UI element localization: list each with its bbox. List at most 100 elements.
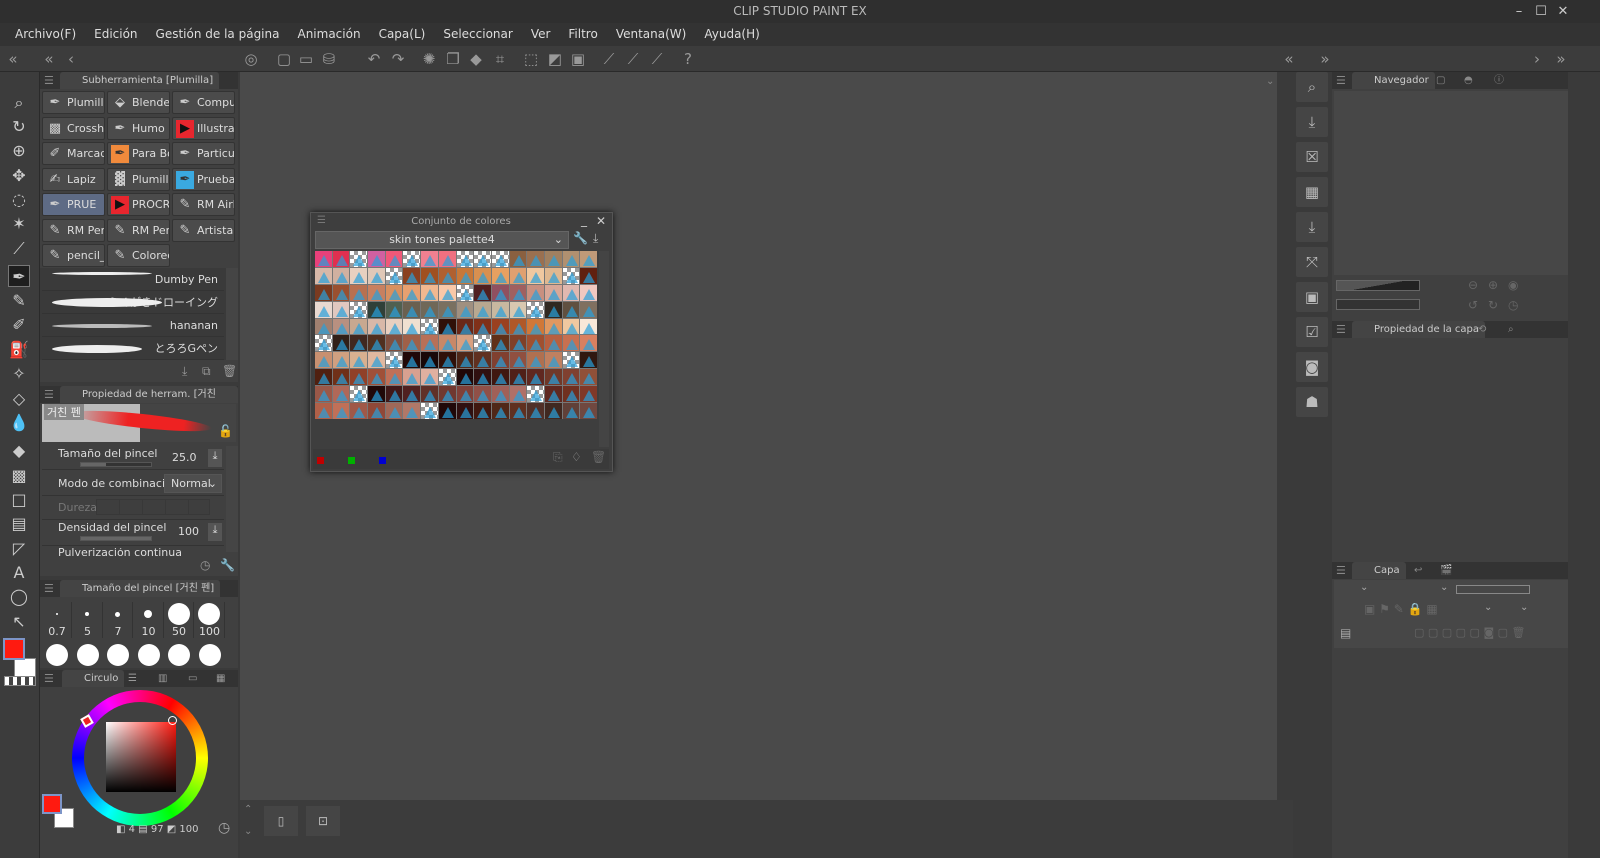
collapse-right-icon[interactable]: « bbox=[1280, 50, 1298, 68]
color-swatch[interactable] bbox=[527, 386, 544, 403]
color-swatch[interactable] bbox=[332, 301, 350, 318]
color-swatch[interactable] bbox=[474, 352, 491, 369]
color-swatch[interactable] bbox=[385, 284, 403, 301]
import-icon[interactable]: ⤓ bbox=[593, 231, 598, 246]
layer-list-icon[interactable]: ▤ bbox=[1340, 626, 1351, 640]
color-swatch[interactable] bbox=[368, 284, 385, 301]
expand-right-icon[interactable]: » bbox=[1552, 50, 1570, 68]
fill-icon[interactable]: ◆ bbox=[467, 50, 485, 68]
eyedropper-icon[interactable]: ⟋ bbox=[8, 238, 30, 260]
main-color-swatch[interactable] bbox=[3, 638, 25, 660]
deselect-icon[interactable]: ⬚ bbox=[522, 50, 540, 68]
brush-size-preset[interactable]: 10 bbox=[134, 602, 164, 638]
brush-list-scrollbar[interactable] bbox=[226, 268, 238, 360]
expand-right-icon[interactable]: » bbox=[1316, 50, 1334, 68]
hardness-selector[interactable] bbox=[96, 499, 210, 515]
subtool-item[interactable]: ✎ RM Per bbox=[107, 218, 170, 242]
color-swatch[interactable] bbox=[421, 386, 438, 403]
color-swatch[interactable] bbox=[438, 251, 456, 267]
blend-tool-icon[interactable]: 💧 bbox=[8, 412, 30, 434]
color-swatch[interactable] bbox=[368, 369, 385, 386]
color-swatch[interactable] bbox=[350, 369, 368, 386]
grid-snap-icon[interactable]: ⟋ bbox=[648, 50, 666, 68]
search-icon[interactable]: ⌕ bbox=[1296, 72, 1328, 102]
brush-size-preset[interactable]: 5 bbox=[73, 602, 103, 638]
material-pattern-icon[interactable]: ▦ bbox=[1296, 177, 1328, 207]
color-swatch[interactable] bbox=[544, 386, 562, 403]
panel-menu-icon[interactable]: ☰ bbox=[1336, 562, 1346, 579]
color-swatch[interactable] bbox=[332, 251, 350, 267]
brush-size-slider[interactable] bbox=[80, 462, 152, 467]
material-download-icon[interactable]: ⤓ bbox=[1296, 107, 1328, 137]
color-swatch[interactable] bbox=[438, 369, 456, 386]
brush-size-preset[interactable]: 7 bbox=[103, 602, 133, 638]
color-swatch[interactable] bbox=[544, 318, 562, 335]
color-swatch[interactable] bbox=[403, 352, 421, 369]
property-scrollbar[interactable] bbox=[226, 446, 238, 552]
color-swatch[interactable] bbox=[368, 267, 385, 284]
color-swatch[interactable] bbox=[562, 251, 580, 267]
trash-icon[interactable]: 🗑 bbox=[591, 450, 606, 464]
color-swatch[interactable] bbox=[527, 352, 544, 369]
color-swatch[interactable] bbox=[421, 284, 438, 301]
new-file-icon[interactable]: ▢ bbox=[275, 50, 293, 68]
color-swatch[interactable] bbox=[315, 318, 332, 335]
color-swatch[interactable] bbox=[332, 369, 350, 386]
color-swatch[interactable] bbox=[456, 267, 474, 284]
rotate-slider[interactable] bbox=[1336, 299, 1420, 310]
color-swatch[interactable] bbox=[544, 284, 562, 301]
palette-select[interactable]: skin tones palette4 ⌄ bbox=[315, 231, 569, 249]
brush-size-preset[interactable] bbox=[168, 644, 190, 666]
item-bank-tab-icon[interactable]: ◓ bbox=[1464, 72, 1473, 89]
clip-icon[interactable]: ▣ ⚑ ✎ 🔒 ▦ bbox=[1364, 602, 1438, 616]
transparent-color-swatch[interactable] bbox=[4, 676, 36, 686]
color-swatch[interactable] bbox=[527, 318, 544, 335]
color-swatch[interactable] bbox=[315, 335, 332, 352]
color-swatch[interactable] bbox=[562, 352, 580, 369]
color-swatch[interactable] bbox=[456, 352, 474, 369]
collapse-left-icon[interactable]: « bbox=[40, 50, 58, 68]
color-swatch[interactable] bbox=[368, 386, 385, 403]
color-swatch[interactable] bbox=[315, 267, 332, 284]
material-close-icon[interactable]: ☒ bbox=[1296, 142, 1328, 172]
blend-mode-dropdown[interactable]: ⌄ bbox=[1360, 582, 1368, 593]
frame-tool-icon[interactable]: ▤ bbox=[8, 513, 30, 535]
pressure-icon[interactable]: ⤓ bbox=[208, 523, 222, 541]
ruler-snap-icon[interactable]: ⟋ bbox=[624, 50, 642, 68]
material-expand-icon[interactable]: ⤧ bbox=[1296, 247, 1328, 277]
panel-menu-icon[interactable]: ☰ bbox=[44, 72, 54, 89]
panel-menu-icon[interactable]: ☰ bbox=[1336, 321, 1346, 338]
color-swatch[interactable] bbox=[491, 403, 509, 419]
color-swatch[interactable] bbox=[403, 301, 421, 318]
add-color-icon[interactable]: ⎘ bbox=[553, 450, 563, 465]
color-swatch[interactable] bbox=[491, 301, 509, 318]
color-swatch[interactable] bbox=[456, 284, 474, 301]
color-swatch[interactable] bbox=[385, 251, 403, 267]
color-swatch[interactable] bbox=[350, 352, 368, 369]
collapse-left-icon[interactable]: « bbox=[4, 50, 22, 68]
save-icon[interactable]: ⛁ bbox=[320, 50, 338, 68]
new-layer-icons[interactable]: ▢ ▢ ▢ ▢ ▢ ◙ ▢ 🗑 bbox=[1414, 626, 1525, 639]
fill-tool-icon[interactable]: ◆ bbox=[8, 440, 30, 462]
color-swatch[interactable] bbox=[315, 386, 332, 403]
sub-view-tab-icon[interactable]: ▢ bbox=[1436, 72, 1445, 89]
color-swatch[interactable] bbox=[350, 403, 368, 419]
text-tool-icon[interactable]: A bbox=[8, 562, 30, 584]
color-swatch[interactable] bbox=[509, 369, 527, 386]
color-swatch[interactable] bbox=[421, 318, 438, 335]
close-button[interactable]: ✕ bbox=[1552, 0, 1574, 23]
balloon-tool-icon[interactable]: ◯ bbox=[8, 586, 30, 608]
color-marker[interactable] bbox=[168, 716, 177, 725]
material-edit-icon[interactable]: ☑ bbox=[1296, 317, 1328, 347]
color-swatch[interactable] bbox=[456, 335, 474, 352]
color-swatch[interactable] bbox=[562, 284, 580, 301]
color-swatch[interactable] bbox=[315, 403, 332, 419]
copy-icon[interactable]: ❐ bbox=[444, 50, 462, 68]
subtool-item[interactable]: ▓ Plumilla bbox=[107, 167, 170, 191]
color-swatch[interactable] bbox=[456, 318, 474, 335]
color-swatch[interactable] bbox=[580, 335, 597, 352]
actual-size-icon[interactable]: ◉ bbox=[1508, 278, 1518, 292]
close-icon[interactable]: ✕ bbox=[596, 214, 606, 228]
color-swatch[interactable] bbox=[474, 335, 491, 352]
color-swatch[interactable] bbox=[332, 335, 350, 352]
